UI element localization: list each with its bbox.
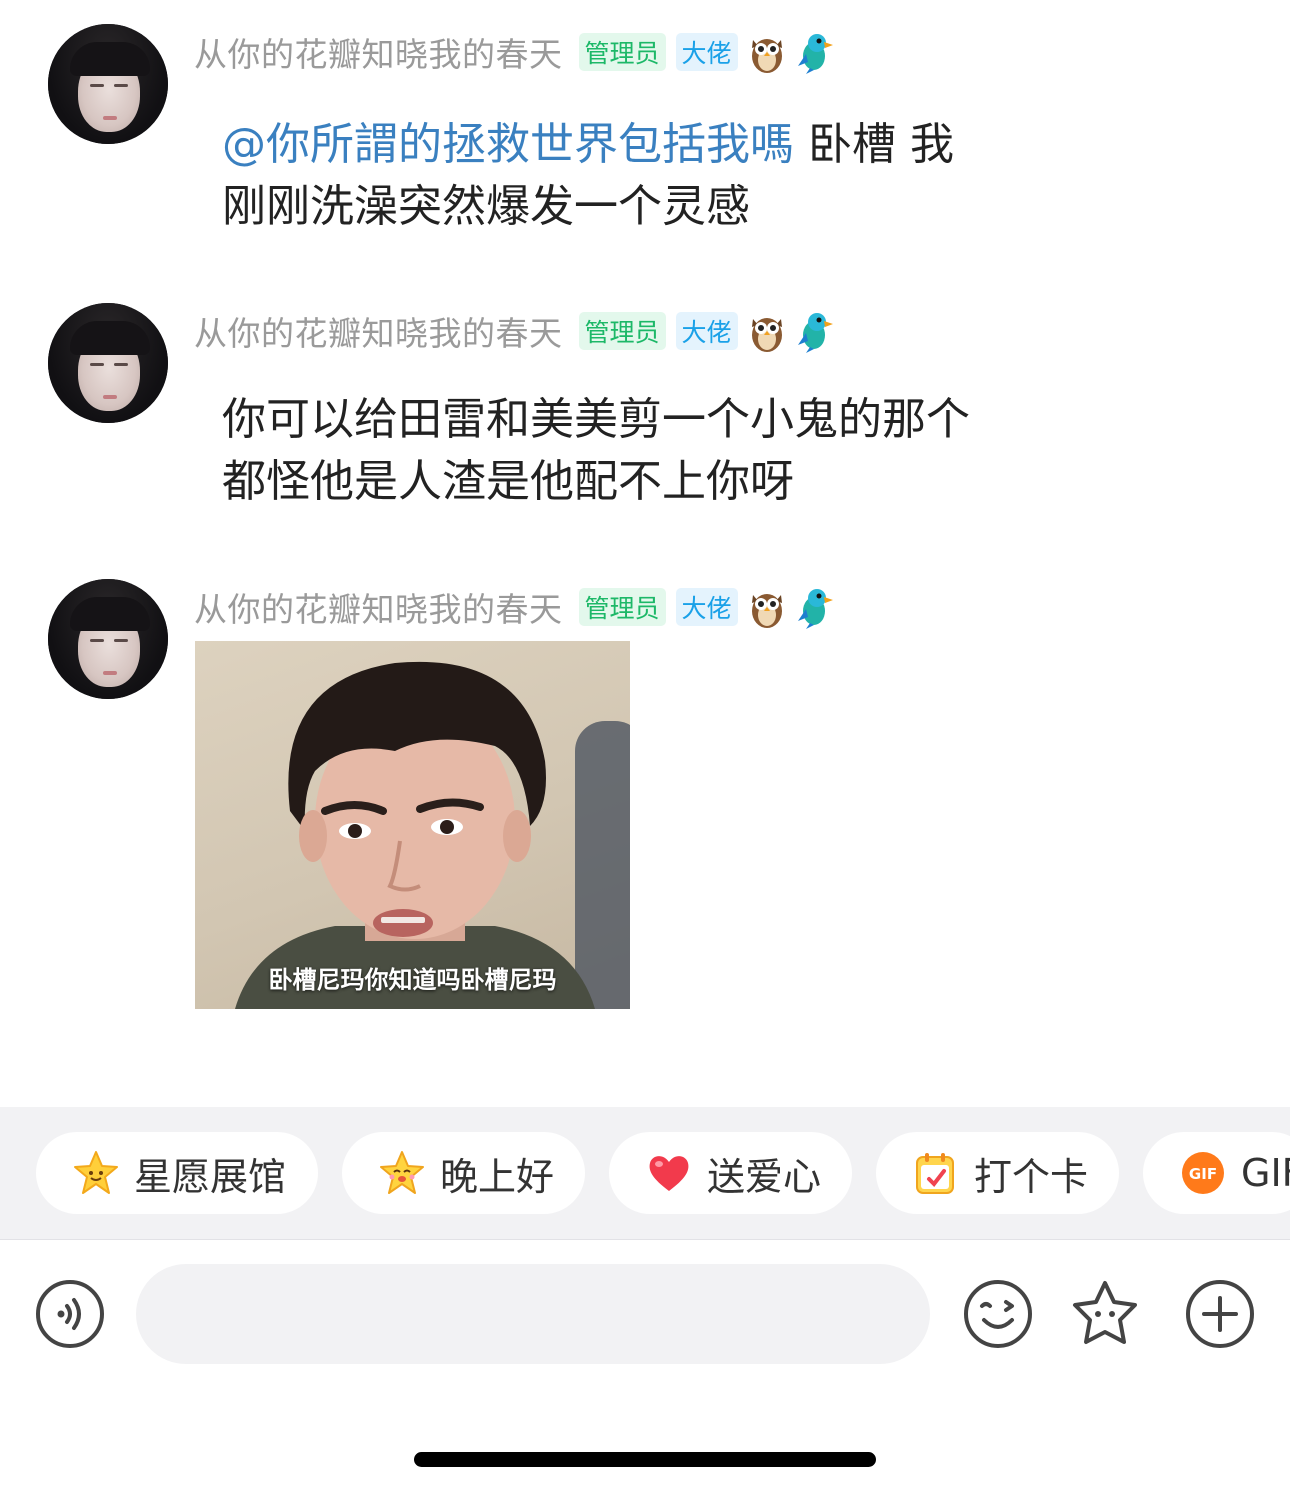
svg-text:GIF: GIF xyxy=(1189,1165,1217,1183)
plus-icon[interactable] xyxy=(1184,1278,1256,1350)
message-input[interactable] xyxy=(136,1264,930,1364)
avatar[interactable] xyxy=(48,579,168,699)
sticker-caption: 卧槽尼玛你知道吗卧槽尼玛 xyxy=(268,966,557,994)
quick-action-label: 星愿展馆 xyxy=(134,1154,287,1199)
emoji-icon[interactable] xyxy=(962,1278,1034,1350)
quick-action-label: GIF xyxy=(1241,1151,1290,1195)
owl-icon xyxy=(751,318,782,352)
message-line: 都怪他是人渣是他配不上你呀 xyxy=(222,456,794,507)
gif-icon: GIF xyxy=(1182,1152,1224,1194)
owl-icon xyxy=(751,594,782,628)
heart-icon xyxy=(649,1156,689,1191)
quick-action-star-gallery[interactable]: 星愿展馆 xyxy=(36,1132,318,1214)
message-line: 卧槽 我 xyxy=(794,119,954,170)
quick-action-send-love[interactable]: 送爱心 xyxy=(609,1132,852,1214)
parrot-icon xyxy=(797,313,833,353)
star-sticker-icon[interactable] xyxy=(1069,1278,1141,1350)
quick-action-check-in[interactable]: 打个卡 xyxy=(876,1132,1119,1214)
quick-action-label: 打个卡 xyxy=(974,1154,1089,1199)
admin-badge: 管理员 xyxy=(578,312,666,350)
username[interactable]: 从你的花瓣知晓我的春天 xyxy=(194,583,563,631)
parrot-icon xyxy=(797,589,833,629)
avatar[interactable] xyxy=(48,303,168,423)
quick-action-good-evening[interactable]: 晚上好 xyxy=(342,1132,585,1214)
sticker-image[interactable]: 卧槽尼玛你知道吗卧槽尼玛 xyxy=(195,641,630,1009)
message-text: 你可以给田雷和美美剪一个小鬼的那个 都怪他是人渣是他配不上你呀 xyxy=(222,389,970,513)
message-header: 从你的花瓣知晓我的春天 管理员 大佬 xyxy=(194,309,834,353)
quick-action-label: 送爱心 xyxy=(707,1154,822,1199)
star-smile-icon xyxy=(74,1151,118,1194)
chat-screen: 从你的花瓣知晓我的春天 管理员 大佬 @你所謂的拯救世界包括我嗎 卧槽 我 刚刚… xyxy=(0,0,1290,1491)
message-input-bar xyxy=(0,1240,1290,1390)
home-indicator xyxy=(414,1452,876,1467)
sticker-face-illustration xyxy=(235,661,630,1009)
username[interactable]: 从你的花瓣知晓我的春天 xyxy=(194,28,563,76)
message-header: 从你的花瓣知晓我的春天 管理员 大佬 xyxy=(194,30,834,74)
level-badge: 大佬 xyxy=(675,312,738,350)
quick-action-gif[interactable]: GIF GIF xyxy=(1143,1132,1290,1214)
owl-icon xyxy=(751,39,782,73)
admin-badge: 管理员 xyxy=(578,33,666,71)
mention-link[interactable]: @你所謂的拯救世界包括我嗎 xyxy=(222,119,794,170)
message-line: 刚刚洗澡突然爆发一个灵感 xyxy=(222,181,750,232)
level-badge: 大佬 xyxy=(675,33,738,71)
avatar[interactable] xyxy=(48,24,168,144)
parrot-icon xyxy=(797,34,833,74)
username[interactable]: 从你的花瓣知晓我的春天 xyxy=(194,307,563,355)
message-text: @你所謂的拯救世界包括我嗎 卧槽 我 刚刚洗澡突然爆发一个灵感 xyxy=(222,114,954,238)
calendar-icon xyxy=(916,1153,954,1194)
level-badge: 大佬 xyxy=(675,588,738,626)
message-header: 从你的花瓣知晓我的春天 管理员 大佬 xyxy=(194,585,834,629)
quick-action-label: 晚上好 xyxy=(440,1154,555,1199)
star-face-icon xyxy=(380,1151,424,1194)
admin-badge: 管理员 xyxy=(578,588,666,626)
message-line: 你可以给田雷和美美剪一个小鬼的那个 xyxy=(222,394,970,445)
quick-actions-bar: 星愿展馆 晚上好 送爱心 打个卡 GIF GI xyxy=(0,1107,1290,1240)
voice-icon[interactable] xyxy=(34,1278,106,1350)
